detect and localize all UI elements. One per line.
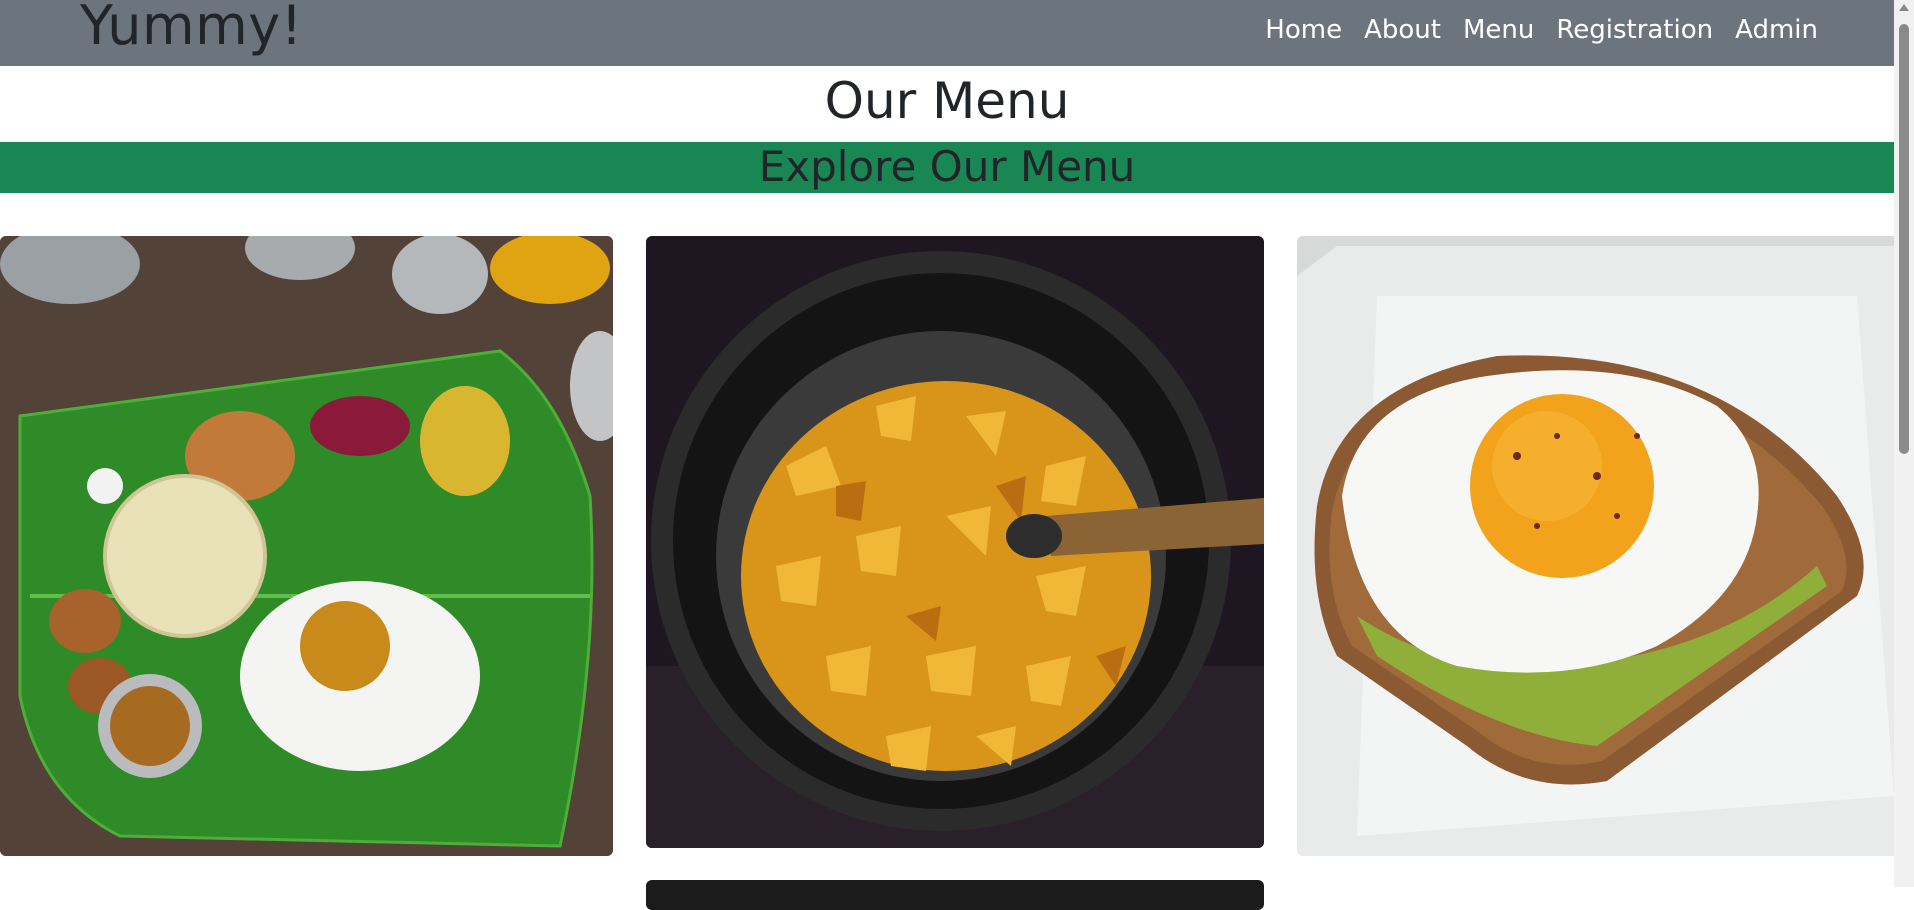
- page-title: Our Menu: [824, 72, 1070, 130]
- explore-menu-banner: Explore Our Menu: [0, 142, 1894, 193]
- banana-leaf-meal-image: [0, 236, 613, 856]
- navbar: Yummy! Home About Menu Registration Admi…: [0, 0, 1894, 66]
- stir-fry-pan-image: [646, 236, 1264, 848]
- page-scrollbar[interactable]: [1894, 0, 1914, 887]
- menu-card-stir-fry[interactable]: [646, 236, 1264, 848]
- nav-link-about[interactable]: About: [1364, 10, 1441, 50]
- menu-card-partial[interactable]: [646, 880, 1264, 910]
- nav-link-admin[interactable]: Admin: [1735, 10, 1818, 50]
- scroll-up-arrow-icon[interactable]: [1899, 4, 1909, 11]
- menu-card-banana-leaf-meal[interactable]: [0, 236, 613, 856]
- nav-link-registration[interactable]: Registration: [1556, 10, 1713, 50]
- egg-toast-image: [1297, 236, 1894, 856]
- nav-link-home[interactable]: Home: [1265, 10, 1342, 50]
- menu-card-egg-toast[interactable]: [1297, 236, 1894, 856]
- brand-logo[interactable]: Yummy!: [80, 0, 303, 58]
- scrollbar-thumb[interactable]: [1899, 24, 1909, 454]
- nav-link-menu[interactable]: Menu: [1463, 10, 1534, 50]
- nav-links: Home About Menu Registration Admin: [1265, 10, 1818, 50]
